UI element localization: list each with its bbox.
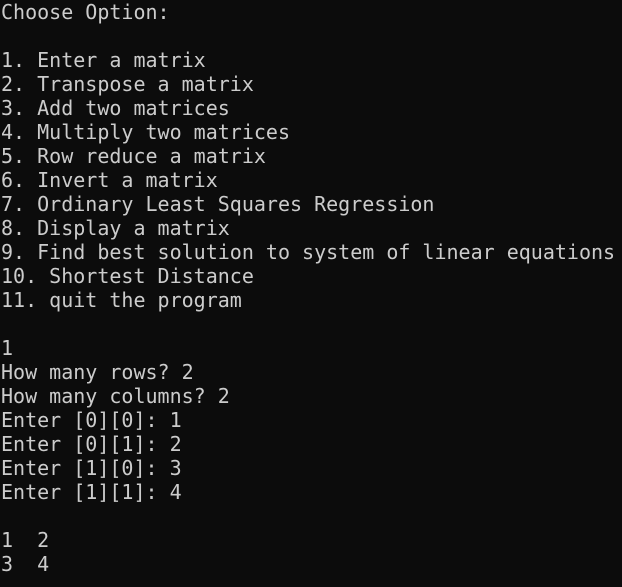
menu-item-7: 7. Ordinary Least Squares Regression (1, 192, 435, 216)
prompt-columns: How many columns? 2 (1, 384, 230, 408)
user-input-choice: 1 (1, 336, 14, 360)
prompt-entry-1-1: Enter [1][1]: 4 (1, 480, 182, 504)
menu-item-4: 4. Multiply two matrices (1, 120, 290, 144)
matrix-row-1: 3 4 (1, 552, 50, 576)
matrix-row-0: 1 2 (1, 528, 50, 552)
menu-item-10: 10. Shortest Distance (1, 264, 254, 288)
menu-item-8: 8. Display a matrix (1, 216, 230, 240)
menu-item-6: 6. Invert a matrix (1, 168, 218, 192)
menu-item-2: 2. Transpose a matrix (1, 72, 254, 96)
menu-title: Choose Option: (1, 0, 170, 24)
menu-item-5: 5. Row reduce a matrix (1, 144, 266, 168)
menu-item-3: 3. Add two matrices (1, 96, 230, 120)
prompt-rows: How many rows? 2 (1, 360, 194, 384)
terminal-window[interactable]: Choose Option: 1. Enter a matrix 2. Tran… (0, 0, 622, 587)
menu-item-1: 1. Enter a matrix (1, 48, 206, 72)
menu-item-11: 11. quit the program (1, 288, 242, 312)
menu-item-9: 9. Find best solution to system of linea… (1, 240, 616, 264)
prompt-entry-0-1: Enter [0][1]: 2 (1, 432, 182, 456)
prompt-entry-0-0: Enter [0][0]: 1 (1, 408, 182, 432)
prompt-entry-1-0: Enter [1][0]: 3 (1, 456, 182, 480)
